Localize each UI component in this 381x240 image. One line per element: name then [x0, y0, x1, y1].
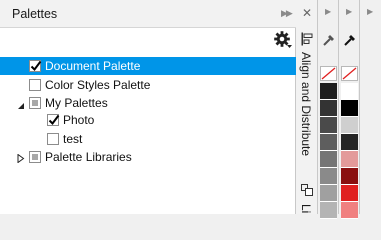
photo-checkbox[interactable]: [47, 114, 60, 126]
tree-item-label: My Palettes: [45, 96, 108, 110]
strip-arrow-icon[interactable]: ▶: [367, 7, 373, 16]
color-swatch[interactable]: [320, 202, 337, 219]
color-swatch[interactable]: [320, 151, 337, 168]
no-color-swatch[interactable]: [320, 66, 337, 81]
tree-item-label: Document Palette: [45, 59, 141, 73]
color-styles-palette-checkbox[interactable]: [29, 79, 41, 91]
color-swatch[interactable]: [320, 100, 337, 117]
test-checkbox[interactable]: [47, 133, 59, 145]
second-tab-label: Li: [299, 204, 313, 214]
align-distribute-tab[interactable]: ✕ Align and Distribute Li: [296, 0, 318, 214]
document-palette-checkbox[interactable]: [29, 60, 42, 72]
my-palettes-checkbox[interactable]: [29, 97, 41, 109]
color-swatch[interactable]: [341, 117, 358, 134]
collapse-arrows-icon[interactable]: ▶▶: [281, 8, 293, 19]
close-icon[interactable]: ✕: [302, 6, 312, 20]
color-swatch[interactable]: [341, 168, 358, 185]
color-swatch[interactable]: [320, 185, 337, 202]
color-swatch[interactable]: [341, 185, 358, 202]
color-swatch[interactable]: [341, 151, 358, 168]
strip-arrow-icon[interactable]: ▶: [346, 7, 352, 16]
color-swatch[interactable]: [320, 83, 337, 100]
align-distribute-label: Align and Distribute: [299, 52, 313, 157]
tree-item-label: Photo: [63, 113, 95, 127]
panel-header: Palettes ▶▶: [0, 0, 296, 28]
no-color-swatch[interactable]: [341, 66, 358, 81]
tree-item-label: Palette Libraries: [45, 150, 132, 164]
docker-tab-icon: [300, 183, 314, 200]
color-swatch[interactable]: [320, 134, 337, 151]
color-swatch[interactable]: [341, 134, 358, 151]
align-icon: [301, 32, 313, 49]
color-swatch[interactable]: [341, 202, 358, 219]
panel-toolbar: [0, 28, 296, 52]
eyedropper-icon[interactable]: [322, 33, 336, 50]
eyedropper-icon[interactable]: [343, 33, 357, 50]
options-gear-icon[interactable]: [273, 30, 293, 50]
color-palette-strip-2: ▶: [340, 0, 360, 219]
color-swatch[interactable]: [320, 168, 337, 185]
tree-item-color-styles-palette[interactable]: Color Styles Palette: [0, 76, 296, 94]
tree-item-label: Color Styles Palette: [45, 78, 151, 92]
color-swatch[interactable]: [341, 83, 358, 100]
tree-item-palette-libraries[interactable]: Palette Libraries: [0, 148, 296, 166]
collapsed-triangle-icon[interactable]: [17, 152, 25, 166]
panel-title: Palettes: [12, 7, 58, 21]
tree-item-test[interactable]: test: [0, 130, 296, 148]
tree-item-label: test: [63, 132, 83, 146]
palettes-panel: Palettes ▶▶ Document Palette Color Style…: [0, 0, 296, 214]
tree-item-document-palette[interactable]: Document Palette: [0, 57, 296, 75]
tree-item-photo[interactable]: Photo: [0, 111, 296, 129]
palette-libraries-checkbox[interactable]: [29, 151, 41, 163]
right-edge-panel: ▶: [361, 0, 381, 214]
color-swatch[interactable]: [320, 117, 337, 134]
strip-arrow-icon[interactable]: ▶: [325, 7, 331, 16]
color-swatch[interactable]: [341, 100, 358, 117]
color-palette-strip-1: ▶: [319, 0, 339, 219]
tree-item-my-palettes[interactable]: My Palettes: [0, 94, 296, 112]
